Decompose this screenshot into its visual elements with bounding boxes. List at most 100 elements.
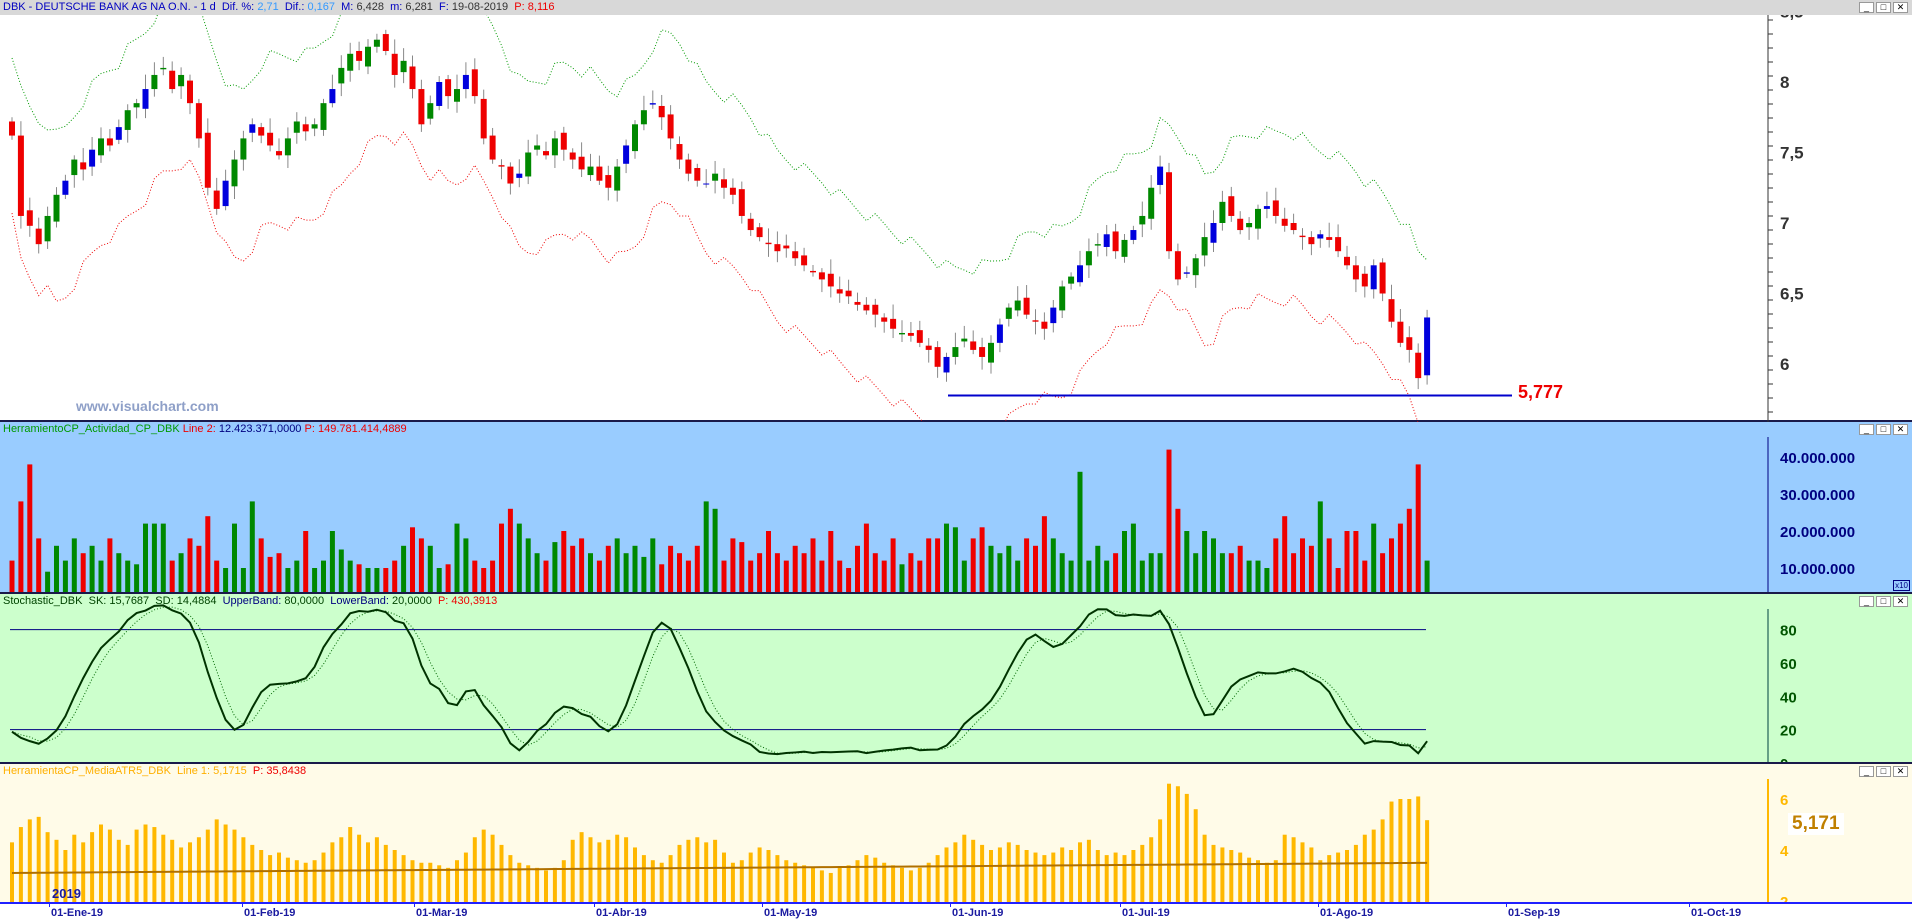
volume-bar [872,553,878,592]
candle-body [845,290,852,297]
candle-body [747,218,754,231]
volume-bar [45,571,51,592]
date-label: 01-Jul-19 [1122,907,1170,919]
minimize-button[interactable]: _ [1859,424,1874,435]
stochastic-panel[interactable]: Stochastic_DBK SK: 15,7687 SD: 14,4884 U… [0,594,1912,764]
date-label: F: [439,1,449,13]
atr-bar [535,867,540,902]
atr-bar [116,839,121,902]
stochastic-chart[interactable]: 80 60 40 20 0 [0,594,1912,762]
volume-bar [214,560,220,592]
volume-window-controls: _ □ ✕ [1859,424,1908,435]
price-panel[interactable]: DBK - DEUTSCHE BANK AG NA O.N. - 1 d Dif… [0,0,1912,422]
atr-bar [1407,799,1412,902]
volume-bar [107,538,113,592]
volume-bar [952,527,958,592]
atr-bar [793,862,798,902]
candle-body [1335,237,1342,252]
max-value: 6,428 [356,1,384,13]
atr-bar [259,850,264,902]
atr-bar [1113,852,1118,902]
atr-window-controls: _ □ ✕ [1859,766,1908,777]
volume-bar [970,538,976,592]
volume-bar [1041,516,1047,592]
volume-bar [499,523,504,592]
candle-body [391,53,398,75]
volume-bar [1264,568,1270,592]
volume-bar [623,553,629,592]
maximize-button[interactable]: □ [1876,766,1891,777]
volume-bar [1317,501,1323,592]
atr-bar [757,847,762,902]
volume-bar [997,553,1003,592]
atr-bar [704,842,709,902]
atr-bar [597,842,602,902]
volume-bar [1282,516,1288,592]
candle-body [489,135,496,160]
atr-bar [1069,850,1074,902]
maximize-button[interactable]: □ [1876,424,1891,435]
atr-bar [1353,844,1358,902]
candle-body [525,152,532,177]
candle-body [721,179,727,188]
price-chart[interactable]: 8,587,576,56 [0,0,1912,422]
candle-body [551,138,558,156]
atr-bar [1336,852,1341,902]
upper-band-value: 80,0000 [284,595,325,607]
atr-bar [1131,850,1136,902]
volume-bar [828,531,834,592]
volume-bar [712,508,718,592]
candle-body [26,210,33,226]
volume-panel[interactable]: HerramientoCP_Actividad_CP_DBK Line 2: 1… [0,422,1912,594]
volume-bar [205,516,211,592]
volume-bar [881,560,887,592]
atr-bar [134,829,139,902]
candle-body [1263,206,1270,209]
volume-chart[interactable]: 40.000.000 30.000.000 20.000.000 10.000.000 [0,422,1912,592]
volume-bar [774,553,780,592]
candle-body [1290,223,1297,231]
candle-body [1397,321,1404,343]
maximize-button[interactable]: □ [1876,2,1891,13]
volume-bar [810,538,816,592]
volume-bar [1095,545,1101,592]
p-label: P: [514,1,525,13]
atr-bar [944,847,949,902]
volume-bar [490,560,496,592]
volume-bar [605,545,611,592]
p-value: 8,116 [527,1,555,13]
atr-chart[interactable]: 6 4 2 [0,764,1912,902]
atr-bar [446,867,451,902]
close-button[interactable]: ✕ [1893,2,1908,13]
volume-bar [285,568,291,592]
close-button[interactable]: ✕ [1893,424,1908,435]
maximize-button[interactable]: □ [1876,596,1891,607]
minimize-button[interactable]: _ [1859,766,1874,777]
candle-body [1228,196,1235,216]
sk-label: SK: [88,595,107,607]
atr-panel[interactable]: HerramientaCP_MediaATR5_DBK Line 1: 5,17… [0,764,1912,902]
volume-bar [1326,538,1332,592]
atr-bar [1371,829,1376,902]
close-button[interactable]: ✕ [1893,596,1908,607]
atr-bar [214,819,219,902]
volume-bar [1353,531,1359,592]
candle-body [293,121,300,133]
atr-bar [1211,844,1216,902]
date-axis[interactable]: 01-Ene-19 01-Feb-19 01-Mar-19 01-Abr-19 01-M… [0,902,1912,922]
candle-body [204,132,211,188]
candle-body [462,74,469,90]
minimize-button[interactable]: _ [1859,2,1874,13]
candle-body [934,347,941,367]
volume-bar [694,545,700,592]
volume-bar [748,560,754,592]
atr-bar [1229,850,1234,902]
candle-body [827,273,834,287]
date-tick [414,902,415,907]
volume-bar [54,545,59,592]
minimize-button[interactable]: _ [1859,596,1874,607]
close-button[interactable]: ✕ [1893,766,1908,777]
volume-bar [1202,531,1208,592]
volume-bar [819,560,825,592]
atr-panel-header: HerramientaCP_MediaATR5_DBK Line 1: 5,17… [0,764,306,779]
